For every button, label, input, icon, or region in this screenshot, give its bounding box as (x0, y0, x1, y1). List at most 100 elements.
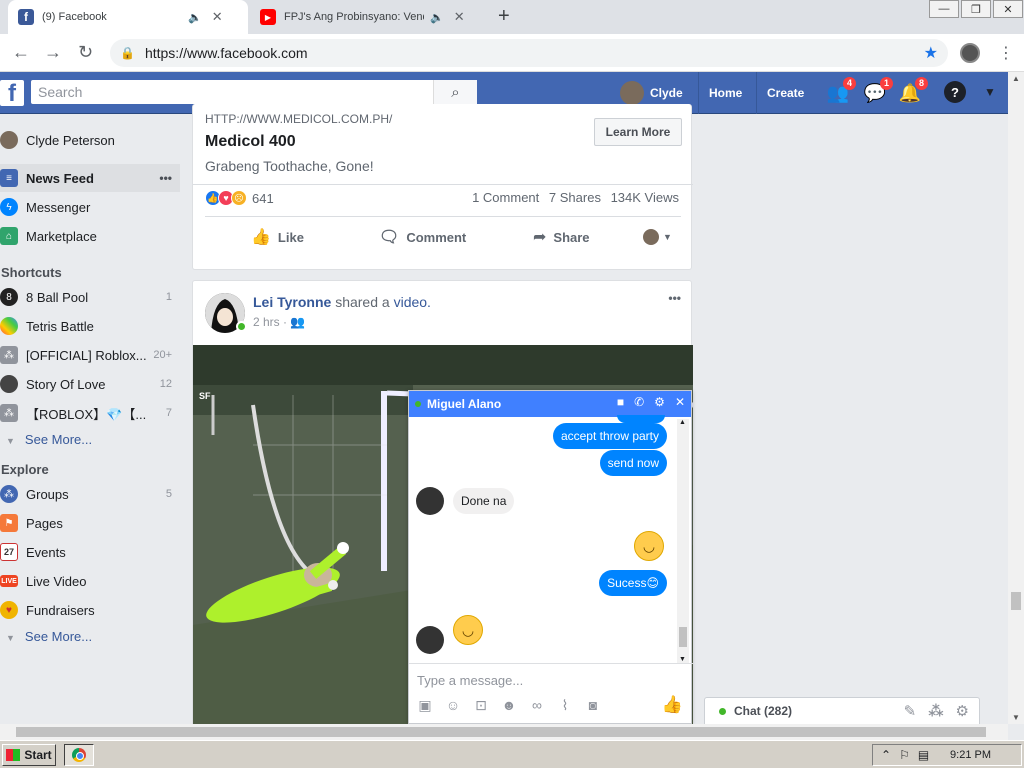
sidebar-item-events[interactable]: 27 Events (0, 538, 180, 566)
sidebar-item-story-of-love[interactable]: Story Of Love 12 (0, 370, 180, 398)
new-message-icon[interactable]: ✎ (904, 702, 917, 720)
reactions-summary[interactable]: 👍 ♥ ☹ 641 (205, 190, 274, 206)
page-horizontal-scrollbar[interactable] (0, 724, 1008, 740)
message-input[interactable]: Type a message... (417, 673, 523, 688)
close-window-button[interactable]: ✕ (993, 0, 1023, 18)
send-like-thumbs-up-icon[interactable]: 👍 (662, 695, 683, 715)
speaker-icon[interactable]: 🔈 (188, 11, 202, 24)
browser-menu-icon[interactable]: ⋮ (998, 43, 1014, 63)
like-button[interactable]: 👍 Like (251, 226, 304, 248)
emoji-icon[interactable]: ☻ (501, 697, 517, 714)
sidebar-item-live-video[interactable]: LIVE Live Video (0, 567, 180, 595)
tray-network-icon[interactable]: ▤ (918, 748, 929, 762)
share-arrow-icon: ➦ (533, 229, 547, 246)
tab-title: FPJ's Ang Probinsyano: Vendetta (284, 11, 424, 23)
shortcuts-see-more-link[interactable]: ▼ See More... (6, 432, 92, 447)
sidebar-item-fundraisers[interactable]: ♥ Fundraisers (0, 596, 180, 624)
chat-sidebar-bar[interactable]: Chat (282) ✎ ⁂ ⚙ (704, 697, 980, 725)
share-button[interactable]: ➦ Share (533, 226, 590, 248)
close-tab-icon[interactable]: ✕ (454, 9, 465, 25)
link-icon[interactable]: ∞ (529, 697, 545, 714)
forward-arrow-icon[interactable]: → (44, 42, 62, 63)
reload-icon[interactable]: ↻ (78, 42, 93, 63)
sidebar-item-groups[interactable]: ⁂ Groups 5 (0, 480, 180, 508)
gif-icon[interactable]: ⊡ (473, 697, 489, 714)
browser-profile-avatar[interactable] (960, 43, 980, 63)
author-name-link[interactable]: Lei Tyronne (253, 294, 331, 310)
divider (409, 663, 693, 664)
chat-contact-name[interactable]: Miguel Alano (427, 397, 501, 411)
scrollbar-thumb[interactable] (679, 627, 687, 647)
scroll-down-arrow-icon[interactable]: ▼ (679, 656, 686, 663)
help-icon[interactable]: ? (944, 81, 966, 103)
sidebar-item-tetris-battle[interactable]: Tetris Battle (0, 312, 180, 340)
tab-facebook[interactable]: f (9) Facebook 🔈 ✕ (8, 0, 248, 34)
attachment-icon[interactable]: ⌇ (557, 697, 573, 714)
comment-button[interactable]: 🗨 Comment (379, 226, 466, 248)
post-options-icon[interactable]: ••• (668, 291, 681, 305)
create-group-icon[interactable]: ⁂ (928, 702, 943, 720)
restore-button[interactable]: ❐ (961, 0, 991, 18)
comments-count[interactable]: 1 Comment (472, 190, 539, 205)
sidebar-item-news-feed[interactable]: ≡ News Feed ••• (0, 164, 180, 192)
bookmark-star-icon[interactable]: ★ (924, 43, 938, 63)
scroll-up-arrow-icon[interactable]: ▲ (679, 419, 686, 426)
see-more-label: See More... (24, 432, 93, 447)
more-options-icon[interactable]: ••• (159, 171, 172, 185)
facebook-logo-icon[interactable]: f (0, 80, 24, 107)
notifications-bell-icon[interactable]: 🔔 8 (898, 77, 928, 105)
search-icon[interactable]: ⌕ (433, 80, 477, 104)
close-tab-icon[interactable]: ✕ (212, 9, 223, 25)
learn-more-button[interactable]: Learn More (594, 118, 682, 146)
gear-icon[interactable]: ⚙ (654, 395, 665, 409)
chat-scrollbar[interactable]: ▲ ▼ (677, 419, 689, 663)
account-menu-chevron-down-icon[interactable]: ▼ (984, 85, 996, 99)
ad-title[interactable]: Medicol 400 (205, 133, 296, 151)
minimize-button[interactable]: — (929, 0, 959, 18)
sidebar-item-pages[interactable]: ⚑ Pages (0, 509, 180, 537)
url-field[interactable]: 🔒 https://www.facebook.com ★ (110, 39, 948, 67)
home-link[interactable]: Home (698, 72, 742, 114)
chat-header[interactable]: Miguel Alano ■ ✆ ⚙ ✕ (409, 391, 691, 417)
messenger-icon[interactable]: 💬 1 (863, 77, 893, 105)
tray-expand-icon[interactable]: ⌃ (881, 748, 891, 762)
tray-flag-icon[interactable]: ⚐ (899, 748, 910, 762)
ad-link-url[interactable]: HTTP://WWW.MEDICOL.COM.PH/ (205, 112, 392, 126)
sidebar-item-roblox-diamond[interactable]: ⁂ 【ROBLOX】💎【... 7 (0, 399, 180, 427)
marketplace-icon: ⌂ (0, 227, 18, 245)
start-button[interactable]: Start (2, 744, 56, 766)
phone-icon[interactable]: ✆ (634, 395, 644, 409)
tetris-icon (0, 317, 18, 335)
camera-icon[interactable]: ◙ (585, 697, 601, 714)
sidebar-item-marketplace[interactable]: ⌂ Marketplace (0, 222, 180, 250)
sidebar-item-8-ball-pool[interactable]: 8 8 Ball Pool 1 (0, 283, 180, 311)
video-call-icon[interactable]: ■ (617, 395, 624, 409)
scroll-up-arrow-icon[interactable]: ▲ (1012, 74, 1020, 83)
taskbar-chrome-button[interactable] (64, 744, 94, 766)
tab-youtube[interactable]: ▶ FPJ's Ang Probinsyano: Vendetta 🔈 ✕ (250, 0, 490, 34)
new-tab-button[interactable]: + (498, 5, 510, 28)
scroll-down-arrow-icon[interactable]: ▼ (1012, 713, 1020, 722)
speaker-icon[interactable]: 🔈 (430, 11, 444, 24)
page-vertical-scrollbar[interactable]: ▲ ▼ (1008, 72, 1024, 724)
contact-avatar[interactable] (416, 487, 444, 515)
close-icon[interactable]: ✕ (675, 395, 685, 409)
shares-count[interactable]: 7 Shares (549, 190, 601, 205)
sidebar-item-messenger[interactable]: ϟ Messenger (0, 193, 180, 221)
gear-icon[interactable]: ⚙ (956, 702, 969, 720)
friend-requests-icon[interactable]: 👥 4 (826, 77, 856, 105)
explore-see-more-link[interactable]: ▼ See More... (6, 629, 92, 644)
back-arrow-icon[interactable]: ← (12, 42, 30, 63)
sidebar-item-roblox-group[interactable]: ⁂ [OFFICIAL] Roblox... 20+ (0, 341, 180, 369)
shared-video-link[interactable]: video. (394, 294, 431, 310)
sidebar-item-profile[interactable]: Clyde Peterson (0, 126, 180, 154)
create-link[interactable]: Create (756, 72, 804, 114)
photo-icon[interactable]: ▣ (417, 697, 433, 714)
scrollbar-thumb[interactable] (16, 727, 986, 737)
post-as-selector[interactable]: ▼ (643, 226, 672, 248)
sticker-icon[interactable]: ☺ (445, 697, 461, 714)
contact-avatar[interactable] (416, 626, 444, 654)
scrollbar-thumb[interactable] (1011, 592, 1021, 610)
search-input[interactable]: Search ⌕ (31, 80, 477, 104)
post-time[interactable]: 2 hrs · 👥 (253, 315, 305, 329)
